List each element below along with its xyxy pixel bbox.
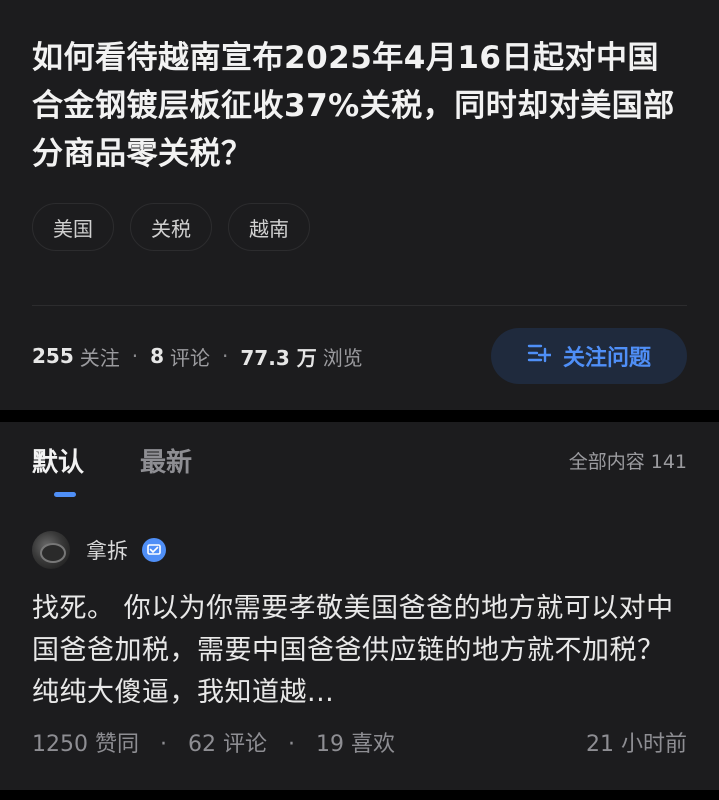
comments-label[interactable]: 评论	[170, 342, 210, 371]
section-gap	[0, 410, 719, 422]
total-content-count: 全部内容 141	[568, 450, 687, 473]
topic-tags: 美国 关税 越南	[32, 203, 687, 251]
author-name[interactable]: 拿拆	[86, 535, 128, 565]
separator-dot: ·	[159, 732, 167, 757]
tab-default[interactable]: 默认	[32, 442, 84, 479]
answer-excerpt[interactable]: 找死。 你以为你需要孝敬美国爸爸的地方就可以对中国爸爸加税，需要中国爸爸供应链的…	[32, 588, 687, 714]
bottom-strip	[0, 790, 719, 800]
avatar[interactable]	[32, 531, 70, 569]
followers-label: 关注	[79, 345, 120, 370]
tag-vietnam[interactable]: 越南	[228, 203, 310, 251]
divider	[32, 305, 687, 306]
views-count: 77.3 万	[240, 345, 317, 370]
question-stats: 255 关注 · 8 评论 · 77.3 万 浏览	[32, 342, 363, 371]
tag-tariff[interactable]: 关税	[130, 203, 212, 251]
separator-dot: ·	[131, 344, 139, 368]
question-title[interactable]: 如何看待越南宣布2025年4月16日起对中国合金钢镀层板征收37%关税，同时却对…	[32, 34, 687, 178]
separator-dot: ·	[222, 344, 229, 368]
answer-tabs-row: 默认 最新 全部内容 141	[32, 422, 687, 498]
favorites-count: 19 喜欢	[315, 732, 395, 757]
tab-latest[interactable]: 最新	[140, 442, 192, 479]
answer-time: 21 小时前	[586, 732, 687, 757]
views-label: 浏览	[322, 345, 363, 370]
verified-badge-icon	[142, 538, 166, 562]
follow-question-button[interactable]: 关注问题	[491, 328, 687, 384]
answers-section: 默认 最新 全部内容 141 拿拆 找死。 你以为你需要孝敬美国爸爸的地方就可以…	[0, 422, 719, 800]
comments-count[interactable]: 8	[150, 344, 164, 368]
follow-add-icon	[527, 342, 553, 370]
answer-meta: 1250 赞同 · 62 评论 · 19 喜欢 21 小时前	[32, 726, 687, 758]
active-tab-indicator	[54, 492, 76, 497]
answer-comments-count: 62 评论	[187, 732, 267, 757]
answer-stats: 1250 赞同 · 62 评论 · 19 喜欢	[32, 726, 395, 758]
tag-usa[interactable]: 美国	[32, 203, 114, 251]
likes-count: 1250 赞同	[32, 732, 139, 757]
question-stats-row: 255 关注 · 8 评论 · 77.3 万 浏览 关注问题	[32, 328, 687, 384]
question-card: 如何看待越南宣布2025年4月16日起对中国合金钢镀层板征收37%关税，同时却对…	[0, 0, 719, 410]
answer-author-row[interactable]: 拿拆	[32, 530, 687, 570]
follow-question-label: 关注问题	[562, 346, 651, 371]
followers-count: 255	[32, 344, 74, 368]
answer-sort-tabs: 默认 最新	[32, 442, 192, 479]
separator-dot: ·	[287, 732, 295, 757]
